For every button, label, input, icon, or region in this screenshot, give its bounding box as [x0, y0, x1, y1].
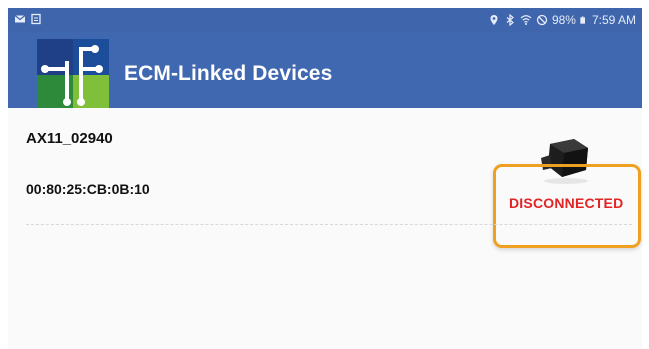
do-not-disturb-icon: [536, 14, 548, 26]
connection-status: DISCONNECTED: [509, 195, 624, 211]
app-bar: ECM-Linked Devices: [8, 32, 642, 109]
divider: [26, 224, 632, 225]
battery-percent: 98%: [551, 13, 576, 27]
circuit-logo-icon: [37, 39, 109, 109]
sync-icon: [31, 13, 41, 25]
mail-icon: [14, 15, 26, 23]
wifi-icon: [520, 15, 532, 25]
status-bar: 98% 7:59 AM: [8, 8, 642, 32]
location-icon: [490, 15, 498, 25]
device-mac-address: 00:80:25:CB:0B:10: [26, 181, 150, 197]
app-title: ECM-Linked Devices: [124, 62, 333, 85]
clock: 7:59 AM: [591, 13, 636, 27]
bluetooth-icon: [506, 14, 514, 26]
device-list: AX11_02940 00:80:25:CB:0B:10 DISCONNECTE…: [8, 108, 642, 349]
battery-icon: [580, 16, 585, 24]
screen: 98% 7:59 AM ECM-Linked Devices AX11_0294…: [8, 8, 642, 349]
device-name: AX11_02940: [26, 130, 113, 147]
